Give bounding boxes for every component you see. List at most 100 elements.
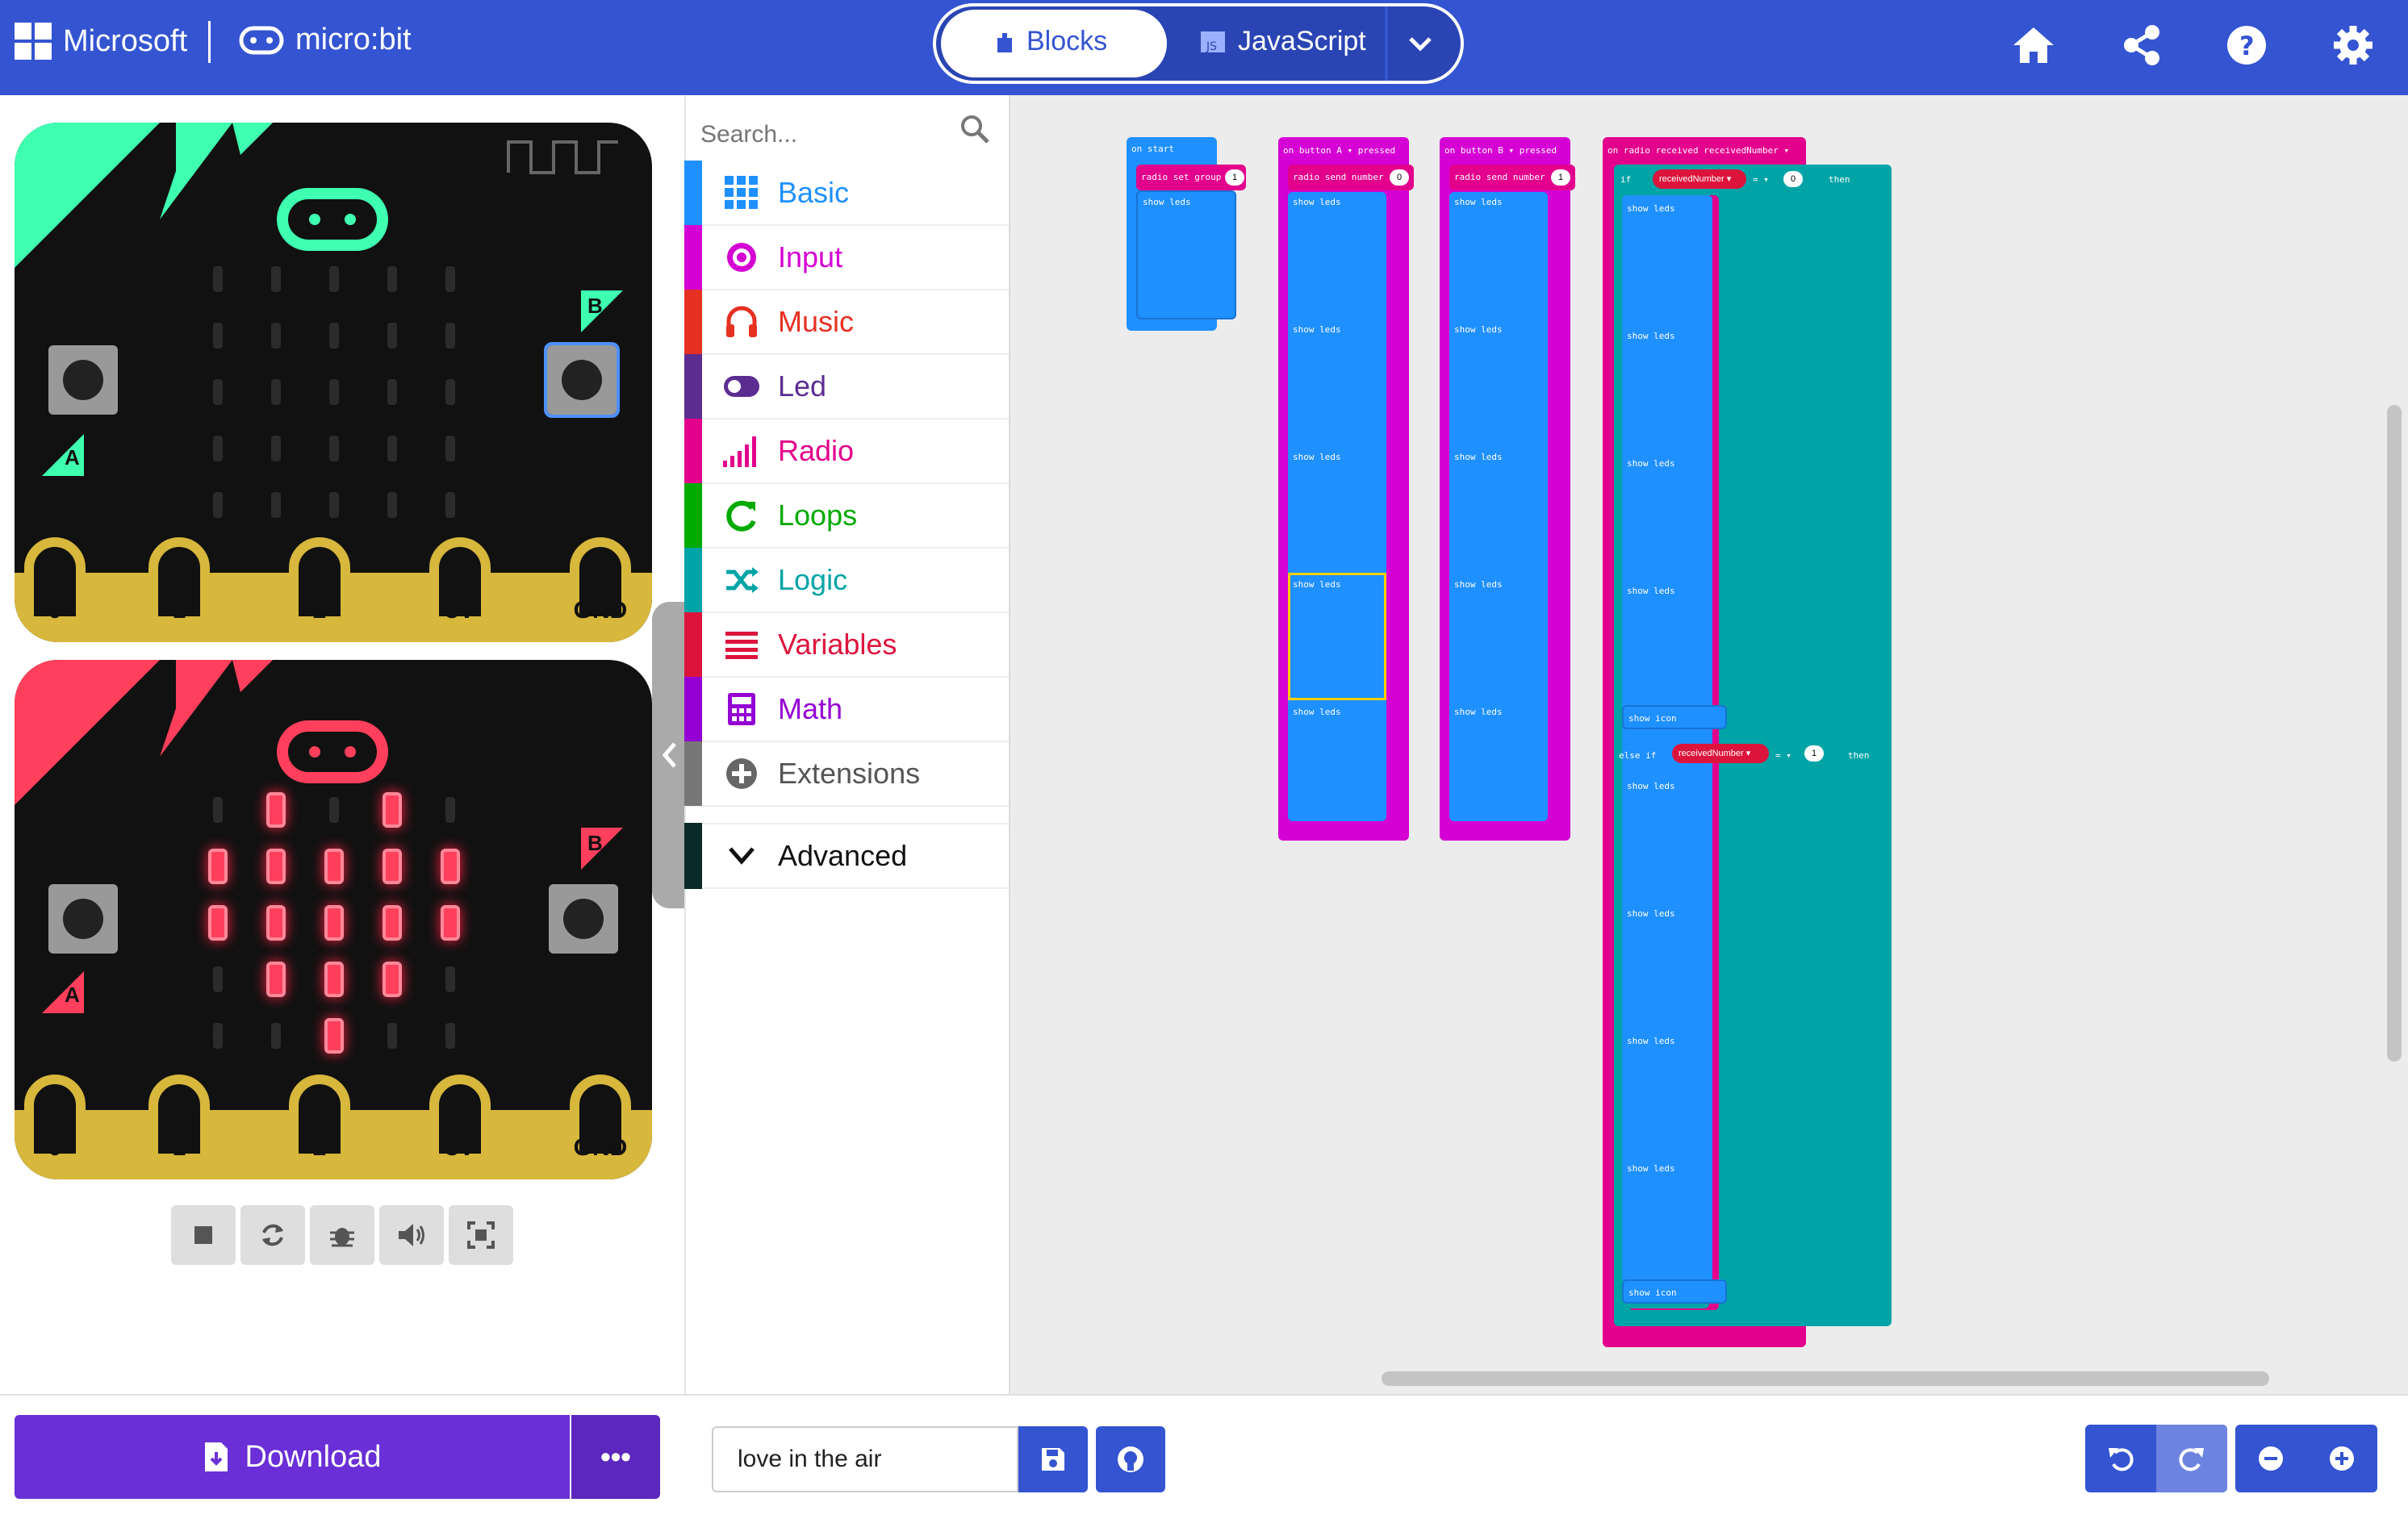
category-music[interactable]: Music xyxy=(684,290,1009,355)
microbit-icon xyxy=(239,26,284,54)
category-label: Led xyxy=(778,369,827,403)
search-icon[interactable] xyxy=(959,113,991,145)
tab-javascript[interactable]: JS JavaScript xyxy=(1199,26,1366,57)
share-icon[interactable] xyxy=(2113,16,2171,74)
button-a[interactable] xyxy=(48,884,118,954)
save-button[interactable] xyxy=(1018,1426,1088,1492)
loop-icon xyxy=(721,495,762,536)
block-label: show leds xyxy=(1293,707,1341,717)
vertical-scrollbar[interactable] xyxy=(2387,405,2402,1062)
category-logic[interactable]: Logic xyxy=(684,548,1009,613)
chevron-down-icon[interactable] xyxy=(1404,27,1436,64)
target-icon xyxy=(721,237,762,278)
tab-blocks[interactable]: Blocks xyxy=(994,26,1107,57)
show-icon-block[interactable]: show icon xyxy=(1622,705,1727,729)
block-label: show leds xyxy=(1293,197,1341,207)
block-label: show leds xyxy=(1627,781,1675,791)
operator-dropdown[interactable]: = ▾ xyxy=(1753,174,1769,185)
pin-label-0: 0 xyxy=(48,597,62,624)
send-value[interactable]: 1 xyxy=(1551,169,1570,186)
redo-button[interactable] xyxy=(2156,1425,2227,1492)
windows-icon xyxy=(15,23,52,60)
button-b[interactable] xyxy=(549,884,618,954)
category-led[interactable]: Led xyxy=(684,354,1009,419)
category-input[interactable]: Input xyxy=(684,225,1009,290)
operator-dropdown[interactable]: = ▾ xyxy=(1775,750,1791,761)
button-b[interactable] xyxy=(544,342,620,418)
show-leds-stack[interactable] xyxy=(1449,192,1548,821)
horizontal-scrollbar[interactable] xyxy=(1382,1371,2269,1386)
pin-label-1: 1 xyxy=(172,597,186,624)
headphones-icon xyxy=(721,302,762,342)
debug-icon[interactable] xyxy=(310,1205,374,1265)
radio-send-number-block[interactable]: radio send number 0 xyxy=(1288,165,1414,190)
block-label: on button A ▾ pressed xyxy=(1283,145,1396,156)
variable-dropdown[interactable]: receivedNumber ▾ xyxy=(1672,744,1769,763)
button-b-label: B xyxy=(581,828,623,870)
send-value[interactable]: 0 xyxy=(1390,169,1409,186)
zoom-in-button[interactable] xyxy=(2306,1425,2377,1492)
block-label: show leds xyxy=(1454,324,1503,335)
microbit-board-2[interactable]: A B 0 1 2 3V GND xyxy=(15,660,652,1179)
button-a[interactable] xyxy=(48,345,118,415)
radio-set-group-block[interactable]: radio set group 1 xyxy=(1136,165,1246,190)
board-corner-decoration xyxy=(15,123,273,268)
category-advanced[interactable]: Advanced xyxy=(684,823,1009,889)
help-icon[interactable]: ? xyxy=(2218,16,2276,74)
block-label: show icon xyxy=(1628,1288,1677,1298)
block-label: show leds xyxy=(1627,586,1675,596)
stop-icon[interactable] xyxy=(171,1205,236,1265)
category-radio[interactable]: Radio xyxy=(684,419,1009,484)
category-label: Loops xyxy=(778,499,858,532)
category-basic[interactable]: Basic xyxy=(684,161,1009,226)
block-label: show leds xyxy=(1627,908,1675,919)
fullscreen-icon[interactable] xyxy=(449,1205,513,1265)
show-leds-stack[interactable] xyxy=(1622,776,1712,1283)
block-label: radio set group xyxy=(1141,172,1222,182)
download-button[interactable]: Download xyxy=(15,1415,570,1499)
category-label: Extensions xyxy=(778,757,921,790)
simulator-controls xyxy=(171,1205,513,1265)
tab-blocks-label: Blocks xyxy=(1026,26,1108,56)
svg-text:?: ? xyxy=(2239,31,2255,61)
undo-button[interactable] xyxy=(2085,1425,2156,1492)
project-name-input[interactable] xyxy=(712,1426,1018,1492)
pin-label-1: 1 xyxy=(172,1134,186,1161)
settings-icon[interactable] xyxy=(2324,16,2382,74)
category-loops[interactable]: Loops xyxy=(684,483,1009,549)
download-icon xyxy=(204,1442,228,1471)
else-if-label: else if xyxy=(1619,750,1657,761)
pin-label-3v: 3V xyxy=(445,597,475,624)
github-button[interactable] xyxy=(1096,1426,1165,1492)
block-label: show leds xyxy=(1454,707,1503,717)
microbit-board-1[interactable]: A B 0 1 2 3V GND xyxy=(15,123,652,642)
group-value[interactable]: 1 xyxy=(1225,169,1244,186)
button-a-label: A xyxy=(42,971,84,1013)
variable-dropdown[interactable]: receivedNumber ▾ xyxy=(1653,169,1746,189)
microsoft-logo[interactable]: Microsoft xyxy=(15,23,187,60)
blocks-workspace[interactable]: on start radio set group 1 show leds on … xyxy=(1009,95,2408,1394)
compare-value[interactable]: 1 xyxy=(1804,745,1824,762)
block-label: show leds xyxy=(1293,579,1341,590)
show-icon-block[interactable]: show icon xyxy=(1622,1279,1727,1304)
pin-label-3v: 3V xyxy=(445,1134,475,1161)
category-variables[interactable]: Variables xyxy=(684,612,1009,678)
js-icon: JS xyxy=(1201,31,1225,53)
home-icon[interactable] xyxy=(2005,16,2063,74)
show-leds-stack[interactable] xyxy=(1288,192,1386,821)
block-label: show leds xyxy=(1627,458,1675,469)
zoom-out-button[interactable] xyxy=(2235,1425,2306,1492)
collapse-simulator-handle[interactable] xyxy=(652,602,688,908)
search-input[interactable] xyxy=(700,110,959,160)
microbit-logo[interactable]: micro:bit xyxy=(239,23,412,57)
category-math[interactable]: Math xyxy=(684,677,1009,742)
compare-value[interactable]: 0 xyxy=(1783,171,1803,187)
mute-icon[interactable] xyxy=(379,1205,444,1265)
more-options-button[interactable]: ••• xyxy=(571,1415,660,1499)
block-label: on button B ▾ pressed xyxy=(1444,145,1557,156)
restart-icon[interactable] xyxy=(240,1205,305,1265)
show-leds-block[interactable]: show leds xyxy=(1136,190,1236,319)
category-extensions[interactable]: Extensions xyxy=(684,741,1009,807)
brand-divider xyxy=(208,21,211,63)
radio-send-number-block[interactable]: radio send number 1 xyxy=(1449,165,1575,190)
